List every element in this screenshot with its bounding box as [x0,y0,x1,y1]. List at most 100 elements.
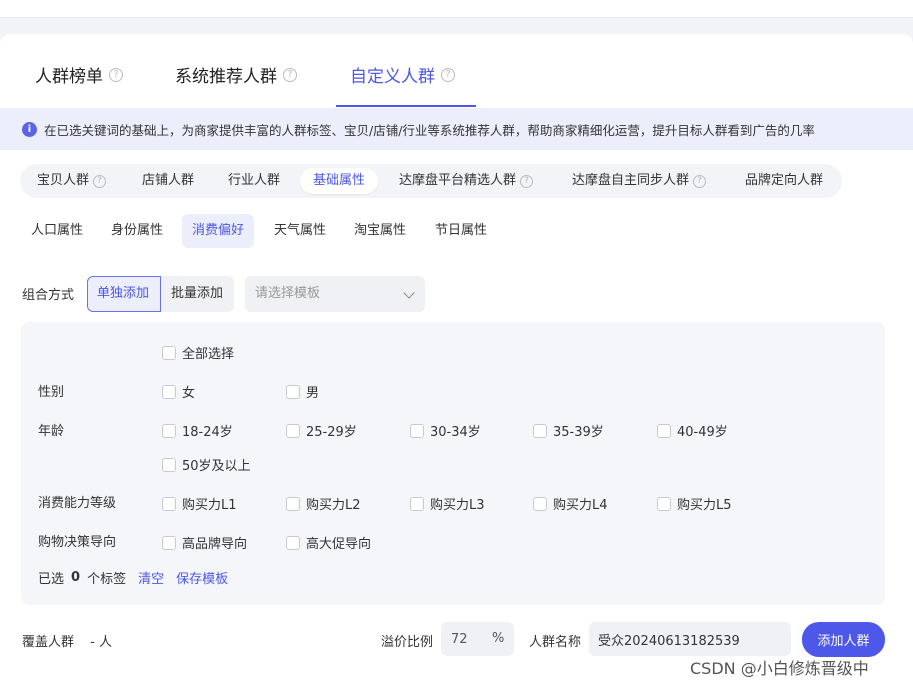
gender-label: 性别 [38,385,65,400]
decision-label: 购物决策导向 [38,535,117,550]
checkbox-box[interactable] [533,496,547,511]
help-icon[interactable]: ? [520,174,534,188]
subtab-holiday[interactable]: 节日属性 [425,214,497,248]
ratio-label: 溢价比例 [381,635,434,650]
checkbox-label: 25-29岁 [306,425,357,440]
tab-label: 系统推荐人群 [175,67,277,87]
checkbox-box[interactable] [162,457,176,472]
help-icon[interactable]: ? [109,67,123,82]
info-notice: i 在已选关键词的基础上，为商家提供丰富的人群标签、宝贝/店铺/行业等系统推荐人… [0,108,913,150]
checkbox-box[interactable] [533,423,547,438]
template-placeholder: 请选择模板 [255,286,321,301]
active-tab-indicator [336,105,476,107]
template-select[interactable]: 请选择模板 [245,276,425,312]
help-icon[interactable]: ? [93,174,107,188]
subtab-identity[interactable]: 身份属性 [101,214,173,248]
gender-male-checkbox[interactable]: 男 [286,382,319,401]
selected-count: 0 [71,570,81,585]
checkbox-box[interactable] [657,423,671,438]
age-25-29-checkbox[interactable]: 25-29岁 [286,421,357,440]
checkbox-label: 男 [306,386,320,401]
power-label: 消费能力等级 [38,496,117,511]
checkbox-box[interactable] [286,384,300,399]
category-label: 达摩盘自主同步人群 [572,173,690,188]
audience-name-label: 人群名称 [529,635,582,650]
category-item-shop[interactable]: 店铺人群 [129,168,207,194]
category-item-basic-attributes[interactable]: 基础属性 [300,168,379,194]
subtab-weather[interactable]: 天气属性 [264,214,336,248]
help-icon[interactable]: ? [283,67,297,82]
category-item-industry[interactable]: 行业人群 [215,168,293,194]
decision-brand-checkbox[interactable]: 高品牌导向 [162,533,247,552]
checkbox-box[interactable] [162,423,176,438]
age-50-plus-checkbox[interactable]: 50岁及以上 [162,455,251,474]
tab-bar: 人群榜单 ? 系统推荐人群 ? 自定义人群 ? [0,34,913,108]
checkbox-label: 高品牌导向 [182,537,248,552]
batch-add-button[interactable]: 批量添加 [161,276,234,312]
tab-label: 人群榜单 [35,67,103,87]
single-add-button[interactable]: 单独添加 [87,276,161,312]
clear-link[interactable]: 清空 [138,568,164,587]
tab-ranking[interactable]: 人群榜单 ? [35,62,123,87]
power-l5-checkbox[interactable]: 购买力L5 [657,494,732,513]
checkbox-box[interactable] [162,345,176,360]
checkbox-box[interactable] [657,496,671,511]
checkbox-box[interactable] [286,496,300,511]
power-l1-checkbox[interactable]: 购买力L1 [162,494,237,513]
category-item-damopan-sync[interactable]: 达摩盘自主同步人群 ? [559,168,719,194]
selected-suffix: 个标签 [87,572,127,587]
checkbox-box[interactable] [286,535,300,550]
category-item-damopan-selected[interactable]: 达摩盘平台精选人群 ? [386,168,546,194]
audience-name-input[interactable] [589,622,791,656]
checkbox-box[interactable] [162,384,176,399]
audience-card: 人群榜单 ? 系统推荐人群 ? 自定义人群 ? i 在已选关键词的基础上，为商家… [0,34,913,687]
subtab-taobao[interactable]: 淘宝属性 [344,214,416,248]
decision-promo-checkbox[interactable]: 高大促导向 [286,533,371,552]
age-30-34-checkbox[interactable]: 30-34岁 [410,421,481,440]
notice-text: 在已选关键词的基础上，为商家提供丰富的人群标签、宝贝/店铺/行业等系统推荐人群，… [44,122,815,138]
checkbox-label: 30-34岁 [430,425,481,440]
coverage-info: 覆盖人群 - 人 [22,631,112,650]
checkbox-label: 40-49岁 [677,425,728,440]
power-l2-checkbox[interactable]: 购买力L2 [286,494,361,513]
age-35-39-checkbox[interactable]: 35-39岁 [533,421,604,440]
coverage-value: - 人 [90,635,112,650]
help-icon[interactable]: ? [441,67,455,82]
tab-custom-audience[interactable]: 自定义人群 ? [350,62,455,87]
checkbox-label: 35-39岁 [553,425,604,440]
checkbox-box[interactable] [162,496,176,511]
category-label: 宝贝人群 [37,173,90,188]
category-label: 行业人群 [228,173,281,188]
help-icon[interactable]: ? [693,174,707,188]
checkbox-box[interactable] [162,535,176,550]
watermark: CSDN @小白修炼晋级中 [690,659,869,678]
checkbox-box[interactable] [286,423,300,438]
checkbox-label: 18-24岁 [182,425,233,440]
checkbox-label: 购买力L2 [306,498,361,513]
tab-label: 自定义人群 [350,67,435,87]
selected-prefix: 已选 [38,572,65,587]
power-l3-checkbox[interactable]: 购买力L3 [410,494,485,513]
checkbox-label: 全部选择 [182,347,235,362]
power-l4-checkbox[interactable]: 购买力L4 [533,494,608,513]
tab-system-recommended[interactable]: 系统推荐人群 ? [175,62,297,87]
checkbox-box[interactable] [410,496,424,511]
combo-label: 组合方式 [22,288,75,303]
ratio-unit: % [492,631,505,646]
category-item-baby[interactable]: 宝贝人群 ? [24,168,119,194]
age-18-24-checkbox[interactable]: 18-24岁 [162,421,233,440]
subtab-demographic[interactable]: 人口属性 [21,214,93,248]
checkbox-box[interactable] [410,423,424,438]
select-all-checkbox[interactable]: 全部选择 [162,343,234,362]
gender-female-checkbox[interactable]: 女 [162,382,195,401]
checkbox-label: 购买力L4 [553,498,608,513]
category-item-brand[interactable]: 品牌定向人群 [732,168,836,194]
category-label: 品牌定向人群 [745,173,824,188]
chevron-down-icon [403,287,415,299]
subtab-consumption[interactable]: 消费偏好 [182,214,255,248]
add-audience-button[interactable]: 添加人群 [802,622,885,657]
save-template-link[interactable]: 保存模板 [176,568,228,587]
category-label: 基础属性 [313,173,366,188]
top-bar [0,0,913,18]
age-40-49-checkbox[interactable]: 40-49岁 [657,421,728,440]
